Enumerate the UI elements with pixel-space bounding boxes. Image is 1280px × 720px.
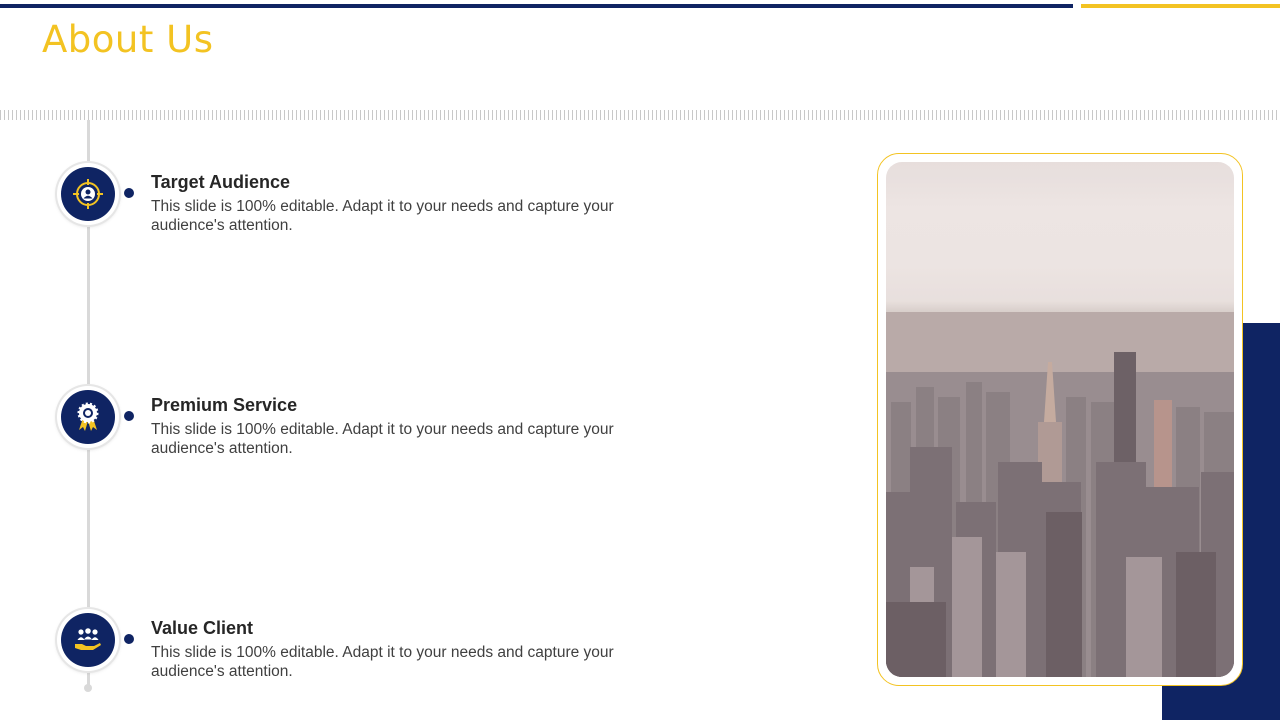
slide-title: About Us [42,18,214,61]
hand-people-icon [75,628,101,650]
skyline-illustration [886,162,1234,677]
feature-item-target-audience: Target Audience This slide is 100% edita… [0,163,700,243]
award-ribbon-icon [77,402,99,431]
icon-badge [57,609,119,671]
city-skyline-photo [886,162,1234,677]
top-accent-bar-gold [1081,4,1280,8]
feature-item-value-client: Value Client This slide is 100% editable… [0,609,700,689]
icon-badge [57,163,119,225]
item-heading: Value Client [151,618,254,638]
bullet-dot [124,634,134,644]
top-accent-bar-navy [0,4,1073,8]
feature-item-premium-service: Premium Service This slide is 100% edita… [0,386,700,466]
item-heading: Target Audience [151,172,291,192]
item-description: This slide is 100% editable. Adapt it to… [151,421,614,457]
icon-badge [57,386,119,448]
item-description: This slide is 100% editable. Adapt it to… [151,644,614,680]
bullet-dot [124,188,134,198]
target-audience-icon [73,179,103,209]
bullet-dot [124,411,134,421]
hatched-divider [0,110,1280,120]
item-heading: Premium Service [151,395,298,415]
item-description: This slide is 100% editable. Adapt it to… [151,198,614,234]
